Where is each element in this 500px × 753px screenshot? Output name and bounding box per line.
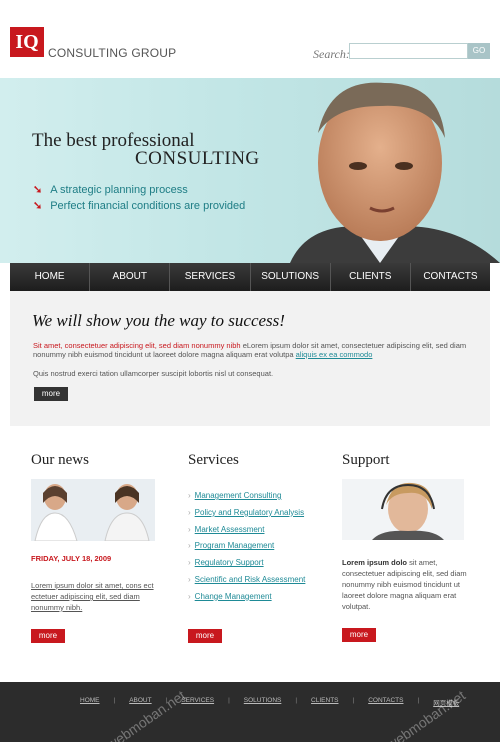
footer-link-solutions[interactable]: SOLUTIONS — [244, 697, 282, 707]
intro-paragraph: Sit amet, consectetuer adipiscing elit, … — [33, 341, 473, 359]
services-more-button[interactable]: more — [188, 629, 222, 643]
nav-solutions[interactable]: SOLUTIONS — [251, 263, 331, 291]
chevron-right-icon: › — [188, 541, 191, 551]
support-more-button[interactable]: more — [342, 628, 376, 642]
hero-bullet-text: Perfect financial conditions are provide… — [50, 200, 246, 212]
services-list: › Management Consulting › Policy and Regul… — [188, 491, 305, 609]
services-list-item[interactable]: › Management Consulting — [188, 491, 305, 508]
intro-more-button[interactable]: more — [34, 387, 68, 401]
red-arrow-icon: ➘ — [33, 184, 43, 196]
services-list-item[interactable]: › Scientific and Risk Assessment — [188, 575, 305, 592]
nav-services[interactable]: SERVICES — [170, 263, 251, 291]
intro-heading: We will show you the way to success! — [32, 311, 285, 330]
chevron-right-icon: › — [188, 574, 191, 584]
footer-link-contacts[interactable]: CONTACTS — [368, 697, 403, 707]
nav-contacts[interactable]: CONTACTS — [411, 263, 490, 291]
businessman-photo — [290, 82, 500, 263]
chevron-right-icon: › — [188, 491, 191, 500]
footer-separator: | — [113, 697, 116, 704]
footer-link-clients[interactable]: CLIENTS — [311, 697, 338, 707]
nav-home[interactable]: HOME — [10, 263, 91, 291]
news-title: Our news — [31, 452, 89, 468]
nav-about[interactable]: ABOUT — [90, 263, 171, 291]
footer-links: HOME | ABOUT | SERVICES | SOLUTIONS | CLIENT… — [80, 697, 459, 707]
intro-link[interactable]: aliquis ex ea commodo — [296, 350, 373, 359]
hero-title-line2: CONSULTING — [135, 148, 260, 169]
chevron-right-icon: › — [188, 507, 191, 517]
chevron-right-icon: › — [188, 524, 191, 534]
services-list-item[interactable]: › Policy and Regulatory Analysis — [188, 508, 305, 525]
search-input[interactable] — [349, 43, 468, 59]
hero-bullet: ➘ Perfect financial conditions are provid… — [33, 199, 245, 212]
hero-bullet-text: A strategic planning process — [50, 184, 188, 196]
footer-separator: | — [417, 697, 420, 704]
nav-clients[interactable]: CLIENTS — [331, 263, 411, 291]
support-text: Lorem ipsum dolo sit amet, consectetuer … — [342, 557, 472, 612]
news-more-button[interactable]: more — [31, 629, 65, 643]
footer-link-home[interactable]: HOME — [80, 697, 100, 707]
services-title: Services — [188, 452, 239, 468]
search-label: Search: — [313, 47, 350, 61]
services-list-item[interactable]: › Regulatory Support — [188, 558, 305, 575]
footer-link-about[interactable]: ABOUT — [129, 697, 151, 707]
services-list-item[interactable]: › Program Management — [188, 541, 305, 558]
support-operator-photo — [342, 479, 464, 540]
search-go-button[interactable]: GO — [468, 43, 490, 59]
hero-banner — [0, 78, 500, 263]
news-date: FRIDAY, JULY 18, 2009 — [31, 554, 112, 563]
intro-lead-red: Sit amet, consectetuer adipiscing elit, … — [33, 341, 241, 350]
main-nav: HOME ABOUT SERVICES SOLUTIONS CLIENTS CO… — [10, 263, 490, 291]
support-title: Support — [342, 452, 390, 468]
hero-bullet: ➘ A strategic planning process — [33, 183, 188, 196]
chevron-right-icon: › — [188, 558, 191, 568]
services-list-item[interactable]: › Change Management — [188, 592, 305, 609]
news-photo — [31, 479, 155, 541]
chevron-right-icon: › — [188, 591, 191, 601]
footer-separator: | — [295, 697, 298, 704]
intro-paragraph-2: Quis nostrud exerci tation ullamcorper s… — [33, 369, 274, 378]
brand-name: CONSULTING GROUP — [48, 46, 177, 60]
footer-separator: | — [228, 697, 230, 704]
red-arrow-icon: ➘ — [33, 200, 43, 212]
footer-separator: | — [352, 697, 355, 704]
services-list-item[interactable]: › Market Assessment — [188, 525, 305, 542]
support-text-bold: Lorem ipsum dolo — [342, 558, 408, 567]
logo-badge[interactable]: IQ — [10, 27, 44, 57]
news-text[interactable]: Lorem ipsum dolor sit amet, cons ect ect… — [31, 580, 161, 613]
